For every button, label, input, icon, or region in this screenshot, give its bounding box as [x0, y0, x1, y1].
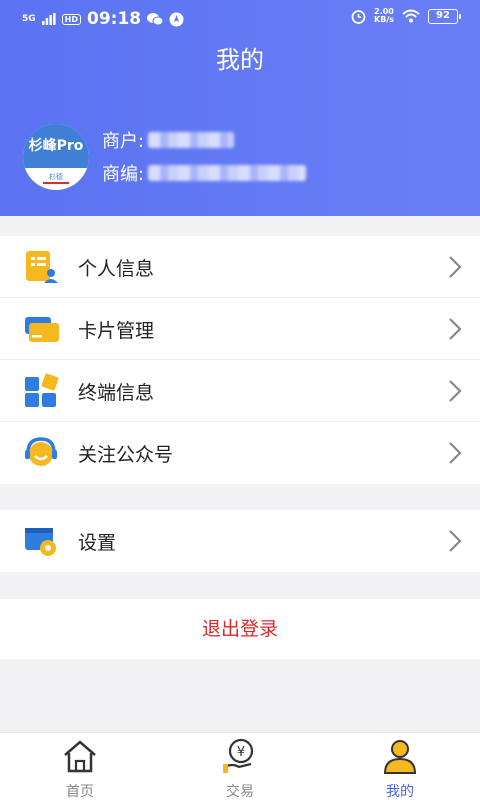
status-bar: 5G HD 09:18 2.00 KB/s 92 — [0, 0, 480, 36]
tab-label: 我的 — [386, 784, 414, 800]
alarm-icon — [351, 9, 366, 24]
tab-label: 交易 — [226, 784, 254, 800]
profile-header: 5G HD 09:18 2.00 KB/s 92 我的 杉峰Pro 杉德 商户:… — [0, 0, 480, 216]
battery-icon: 92 — [428, 8, 461, 24]
menu-item-personal-info[interactable]: 个人信息 — [0, 236, 480, 298]
menu-item-label: 终端信息 — [78, 382, 155, 404]
chevron-right-icon — [449, 318, 462, 340]
avatar[interactable]: 杉峰Pro 杉德 — [23, 124, 89, 190]
tab-mine[interactable]: 我的 — [320, 733, 480, 800]
menu-item-label: 卡片管理 — [78, 320, 155, 342]
merchant-label: 商户: — [102, 131, 145, 152]
wifi-icon — [402, 9, 420, 23]
menu-item-settings[interactable]: 设置 — [0, 510, 480, 572]
page-title: 我的 — [216, 46, 264, 74]
cards-icon — [25, 317, 59, 342]
yen-hand-icon: ¥ — [223, 738, 254, 773]
chevron-right-icon — [449, 380, 462, 402]
tab-transactions[interactable]: ¥ 交易 — [160, 733, 320, 800]
signal-icon — [41, 13, 56, 25]
tab-home[interactable]: 首页 — [0, 733, 160, 800]
logout-button[interactable]: 退出登录 — [0, 599, 480, 659]
merchant-name-redacted — [148, 132, 235, 148]
chevron-right-icon — [449, 256, 462, 278]
network-type: 5G — [22, 14, 36, 24]
avatar-logo-text: 杉峰Pro — [23, 124, 89, 168]
user-icon — [383, 740, 417, 774]
menu-item-label: 个人信息 — [78, 258, 155, 280]
merchant-code-line: 商编: — [102, 160, 307, 186]
chevron-right-icon — [449, 530, 462, 552]
terminal-grid-icon — [25, 373, 59, 407]
wechat-icon — [147, 13, 164, 26]
headset-icon — [25, 437, 57, 466]
menu-item-terminal-info[interactable]: 终端信息 — [0, 360, 480, 422]
menu-group-main: 个人信息 卡片管理 终端信息 关注公众号 — [0, 236, 480, 484]
chevron-right-icon — [449, 442, 462, 464]
avatar-subtext: 杉德 — [49, 173, 63, 181]
avatar-stripe — [43, 182, 69, 184]
merchant-line: 商户: — [102, 127, 235, 153]
settings-gear-icon — [25, 528, 56, 556]
merchant-code-label: 商编: — [102, 164, 145, 185]
tab-label: 首页 — [66, 784, 94, 800]
merchant-code-redacted — [148, 165, 307, 181]
id-card-icon — [26, 251, 58, 283]
svg-text:¥: ¥ — [237, 745, 245, 760]
network-speed: 2.00 KB/s — [374, 7, 394, 24]
menu-item-label: 设置 — [78, 532, 117, 554]
bottom-tab-bar: 首页 ¥ 交易 我的 — [0, 732, 480, 800]
clock: 09:18 — [87, 9, 142, 29]
menu-item-card-management[interactable]: 卡片管理 — [0, 298, 480, 360]
menu-group-settings: 设置 — [0, 510, 480, 572]
compass-icon — [169, 12, 184, 26]
menu-item-label: 关注公众号 — [78, 444, 174, 466]
home-icon — [64, 740, 96, 773]
menu-item-follow-official-account[interactable]: 关注公众号 — [0, 422, 480, 484]
hd-badge: HD — [61, 13, 81, 25]
